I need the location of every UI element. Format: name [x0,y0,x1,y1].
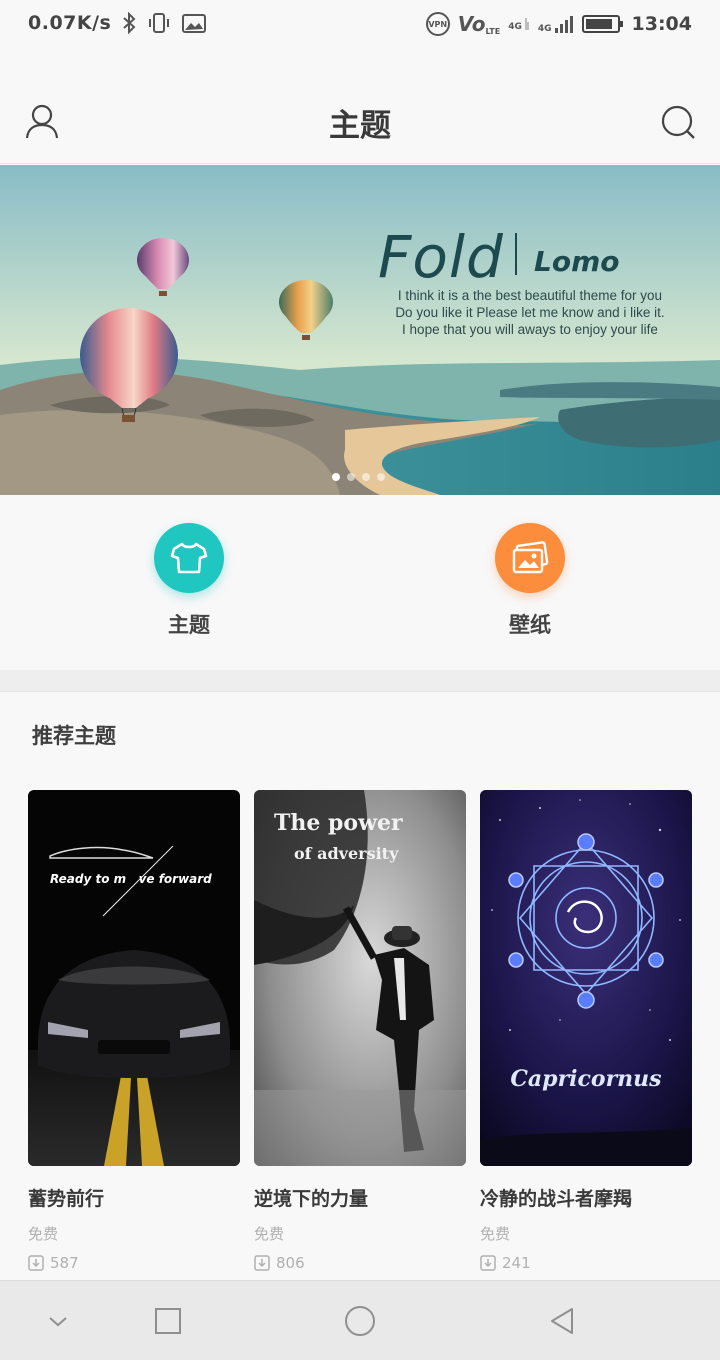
search-button[interactable] [660,102,696,142]
theme-price: 免费 [28,1225,59,1243]
carousel-dot[interactable] [377,473,385,481]
banner-line: I think it is a the best beautiful theme… [397,288,663,303]
circle-icon [345,1306,375,1336]
theme-price: 免费 [480,1225,511,1243]
banner-carousel[interactable]: Fold Lomo I think it is a the best beaut… [0,165,720,495]
thumbnail-caption: of adversity [294,844,399,863]
recents-button[interactable] [150,1303,186,1339]
network-speed: 0.07K/s [28,12,112,34]
category-label: 主题 [168,613,210,637]
theme-price: 免费 [254,1225,285,1243]
theme-card[interactable]: Capricornus 冷静的战斗者摩羯 免费 241 [480,790,692,1272]
page-title: 主题 [329,108,391,144]
tshirt-icon [154,523,224,593]
banner-title: Fold [378,223,504,291]
image-notification-icon [182,14,207,33]
carousel-indicator [332,473,385,481]
theme-thumbnail[interactable]: The power of adversity [254,790,466,1166]
carousel-dot[interactable] [332,473,340,481]
search-icon [661,105,695,139]
carousel-dot[interactable] [347,473,355,481]
back-button[interactable] [544,1303,580,1339]
vpn-icon: VPN [425,12,450,36]
banner-line: I hope that you will aways to enjoy your… [402,322,658,337]
picture-icon [495,523,565,593]
system-nav-bar [0,1280,720,1360]
back-triangle-icon [551,1308,573,1334]
status-bar: 0.07K/s VPN Vo LTE 4G 4G 13:04 [0,0,720,52]
volte-icon: Vo LTE [457,12,501,36]
download-icon [28,1255,44,1271]
download-count: 241 [480,1254,692,1272]
app-bar: 主题 [0,52,720,164]
home-button[interactable] [342,1303,378,1339]
thumbnail-caption: The power [274,810,403,836]
clock: 13:04 [631,13,692,35]
category-themes-button[interactable]: 主题 [119,523,259,639]
section-divider [0,670,720,692]
chevron-down-icon [49,1317,67,1327]
battery-icon [581,15,623,33]
theme-thumbnail[interactable]: Ready to m ove forward [28,790,240,1166]
vibrate-icon [149,13,170,33]
signal-icon-2: 4G [538,14,574,34]
carousel-dot[interactable] [362,473,370,481]
bluetooth-icon [123,12,136,34]
category-label: 壁纸 [509,613,551,637]
category-wallpapers-button[interactable]: 壁纸 [460,523,600,639]
banner-caption: I think it is a the best beautiful theme… [360,287,700,338]
category-bar: 主题 壁纸 [0,495,720,670]
theme-card[interactable]: The power of adversity 逆境下的力量 免费 806 [254,790,466,1272]
download-icon [254,1255,270,1271]
banner-subtitle: Lomo [534,245,620,278]
theme-thumbnail[interactable]: Capricornus [480,790,692,1166]
theme-card[interactable]: Ready to m ove forward 蓄势前行 免费 587 [28,790,240,1272]
theme-name: 逆境下的力量 [254,1188,369,1210]
banner-divider [515,233,517,275]
square-icon [155,1308,181,1334]
signal-icon-1: 4G [508,16,530,32]
thumbnail-caption: Ready to m ove forward [50,872,212,886]
section-title: 推荐主题 [32,724,116,748]
download-count: 587 [28,1254,240,1272]
download-count: 806 [254,1254,466,1272]
theme-name: 蓄势前行 [28,1188,105,1210]
download-icon [480,1255,496,1271]
theme-name: 冷静的战斗者摩羯 [480,1188,633,1210]
hide-nav-button[interactable] [40,1303,76,1339]
banner-line: Do you like it Please let me know and i … [395,305,665,320]
thumbnail-caption: Capricornus [510,1066,662,1092]
